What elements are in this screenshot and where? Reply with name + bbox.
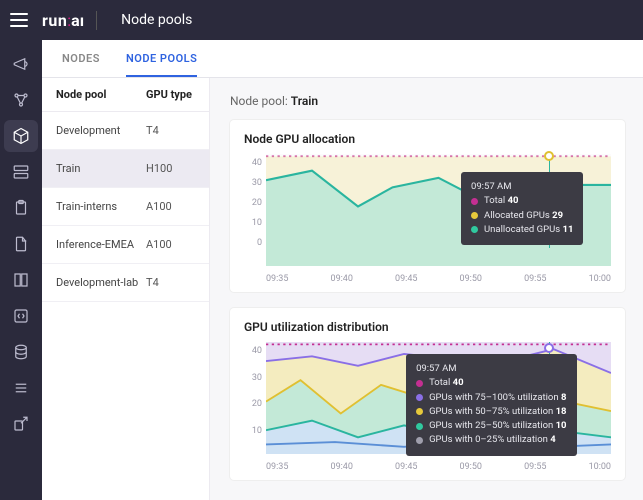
menu-icon[interactable] bbox=[10, 9, 32, 31]
rail-item-storage[interactable] bbox=[4, 156, 38, 188]
tab-node-pools[interactable]: NODE POOLS bbox=[126, 40, 197, 77]
tooltip-time: 09:57 AM bbox=[416, 362, 566, 376]
rail-item-workflows[interactable] bbox=[4, 84, 38, 116]
chart-card-utilization: GPU utilization distribution 40 30 20 10 bbox=[230, 308, 625, 480]
axis-tick: 09:50 bbox=[460, 462, 482, 472]
pool-name: Inference-EMEA bbox=[56, 238, 146, 251]
pool-name: Train bbox=[56, 162, 146, 175]
axis-tick: 30 bbox=[244, 178, 262, 188]
detail-panel: Node pool: Train Node GPU allocation 40 3… bbox=[210, 78, 643, 500]
axis-tick: 20 bbox=[244, 399, 262, 409]
axis-tick: 30 bbox=[244, 373, 262, 383]
tabs: NODES NODE POOLS bbox=[42, 40, 643, 78]
pool-row-inference-emea[interactable]: Inference-EMEAA100 bbox=[42, 226, 209, 264]
pool-name: Development-lab bbox=[56, 276, 146, 289]
axis-tick: 09:50 bbox=[460, 274, 482, 284]
tooltip-row: GPUs with 50–75% utilization 18 bbox=[416, 405, 566, 419]
rail-item-code[interactable] bbox=[4, 300, 38, 332]
axis-tick: 10 bbox=[244, 218, 262, 228]
pool-row-train-interns[interactable]: Train-internsA100 bbox=[42, 188, 209, 226]
tooltip-row: Total 40 bbox=[471, 194, 573, 208]
rail-item-list[interactable] bbox=[4, 372, 38, 404]
page-title: Node pools bbox=[121, 12, 192, 28]
axis-tick: 09:35 bbox=[266, 462, 288, 472]
axis-tick: 09:45 bbox=[395, 462, 417, 472]
axis-tick: 20 bbox=[244, 198, 262, 208]
pool-gpu: T4 bbox=[146, 124, 159, 137]
tooltip-row: Total 40 bbox=[416, 376, 566, 390]
detail-title-prefix: Node pool: bbox=[230, 94, 291, 108]
pool-name: Train-interns bbox=[56, 200, 146, 213]
chart-title-allocation: Node GPU allocation bbox=[244, 132, 611, 146]
pool-list-header: Node pool GPU type bbox=[42, 78, 209, 112]
chart-utilization[interactable]: 40 30 20 10 bbox=[244, 342, 611, 472]
logo-text-ai: aı bbox=[71, 11, 97, 30]
tab-nodes[interactable]: NODES bbox=[62, 40, 100, 77]
tooltip-row: GPUs with 25–50% utilization 10 bbox=[416, 419, 566, 433]
axis-tick: 10:00 bbox=[589, 274, 611, 284]
pool-row-development-lab[interactable]: Development-labT4 bbox=[42, 264, 209, 302]
chart-allocation[interactable]: 40 30 20 10 0 bbox=[244, 154, 611, 284]
axis-tick: 10:00 bbox=[589, 462, 611, 472]
chart-title-utilization: GPU utilization distribution bbox=[244, 320, 611, 334]
axis-tick: 40 bbox=[244, 158, 262, 168]
rail-item-export[interactable] bbox=[4, 408, 38, 440]
col-header-gpu: GPU type bbox=[146, 88, 192, 101]
chart2-marker-1 bbox=[544, 343, 554, 353]
logo[interactable]: run: aı bbox=[42, 11, 97, 30]
pool-gpu: H100 bbox=[146, 162, 172, 175]
pool-gpu: A100 bbox=[146, 200, 172, 213]
tooltip-time: 09:57 AM bbox=[471, 180, 573, 194]
pool-row-development[interactable]: DevelopmentT4 bbox=[42, 112, 209, 150]
rail-item-clipboard[interactable] bbox=[4, 192, 38, 224]
axis-tick: 09:40 bbox=[331, 274, 353, 284]
tooltip-row: Allocated GPUs 29 bbox=[471, 209, 573, 223]
tooltip-row: GPUs with 75–100% utilization 8 bbox=[416, 391, 566, 405]
rail-item-book[interactable] bbox=[4, 264, 38, 296]
chart1-tooltip: 09:57 AMTotal 40Allocated GPUs 29Unalloc… bbox=[461, 172, 583, 245]
rail-item-box[interactable] bbox=[4, 120, 38, 152]
axis-tick: 09:40 bbox=[331, 462, 353, 472]
pool-name: Development bbox=[56, 124, 146, 137]
axis-tick: 09:55 bbox=[524, 462, 546, 472]
pool-gpu: A100 bbox=[146, 238, 172, 251]
axis-tick: 09:55 bbox=[524, 274, 546, 284]
pool-row-train[interactable]: TrainH100 bbox=[42, 150, 209, 188]
top-bar: run: aı Node pools bbox=[0, 0, 643, 40]
pool-gpu: T4 bbox=[146, 276, 159, 289]
chart1-marker-total bbox=[544, 151, 554, 161]
col-header-pool: Node pool bbox=[56, 88, 146, 101]
detail-title: Node pool: Train bbox=[230, 94, 643, 108]
main-panel: NODES NODE POOLS Node pool GPU type Devel… bbox=[42, 40, 643, 500]
axis-tick: 09:35 bbox=[266, 274, 288, 284]
chart2-tooltip: 09:57 AMTotal 40GPUs with 75–100% utiliz… bbox=[406, 354, 576, 456]
logo-text-run: run bbox=[42, 11, 67, 30]
tooltip-row: Unallocated GPUs 11 bbox=[471, 223, 573, 237]
axis-tick: 40 bbox=[244, 346, 262, 356]
axis-tick: 09:45 bbox=[395, 274, 417, 284]
axis-tick: 10 bbox=[244, 426, 262, 436]
nav-rail bbox=[0, 40, 42, 500]
axis-tick: 0 bbox=[244, 238, 262, 248]
pool-list: Node pool GPU type DevelopmentT4TrainH10… bbox=[42, 78, 210, 500]
rail-item-announce[interactable] bbox=[4, 48, 38, 80]
chart-card-allocation: Node GPU allocation 40 30 20 10 0 bbox=[230, 120, 625, 292]
rail-item-database[interactable] bbox=[4, 336, 38, 368]
tooltip-row: GPUs with 0–25% utilization 4 bbox=[416, 433, 566, 447]
detail-title-name: Train bbox=[291, 94, 318, 108]
rail-item-file[interactable] bbox=[4, 228, 38, 260]
